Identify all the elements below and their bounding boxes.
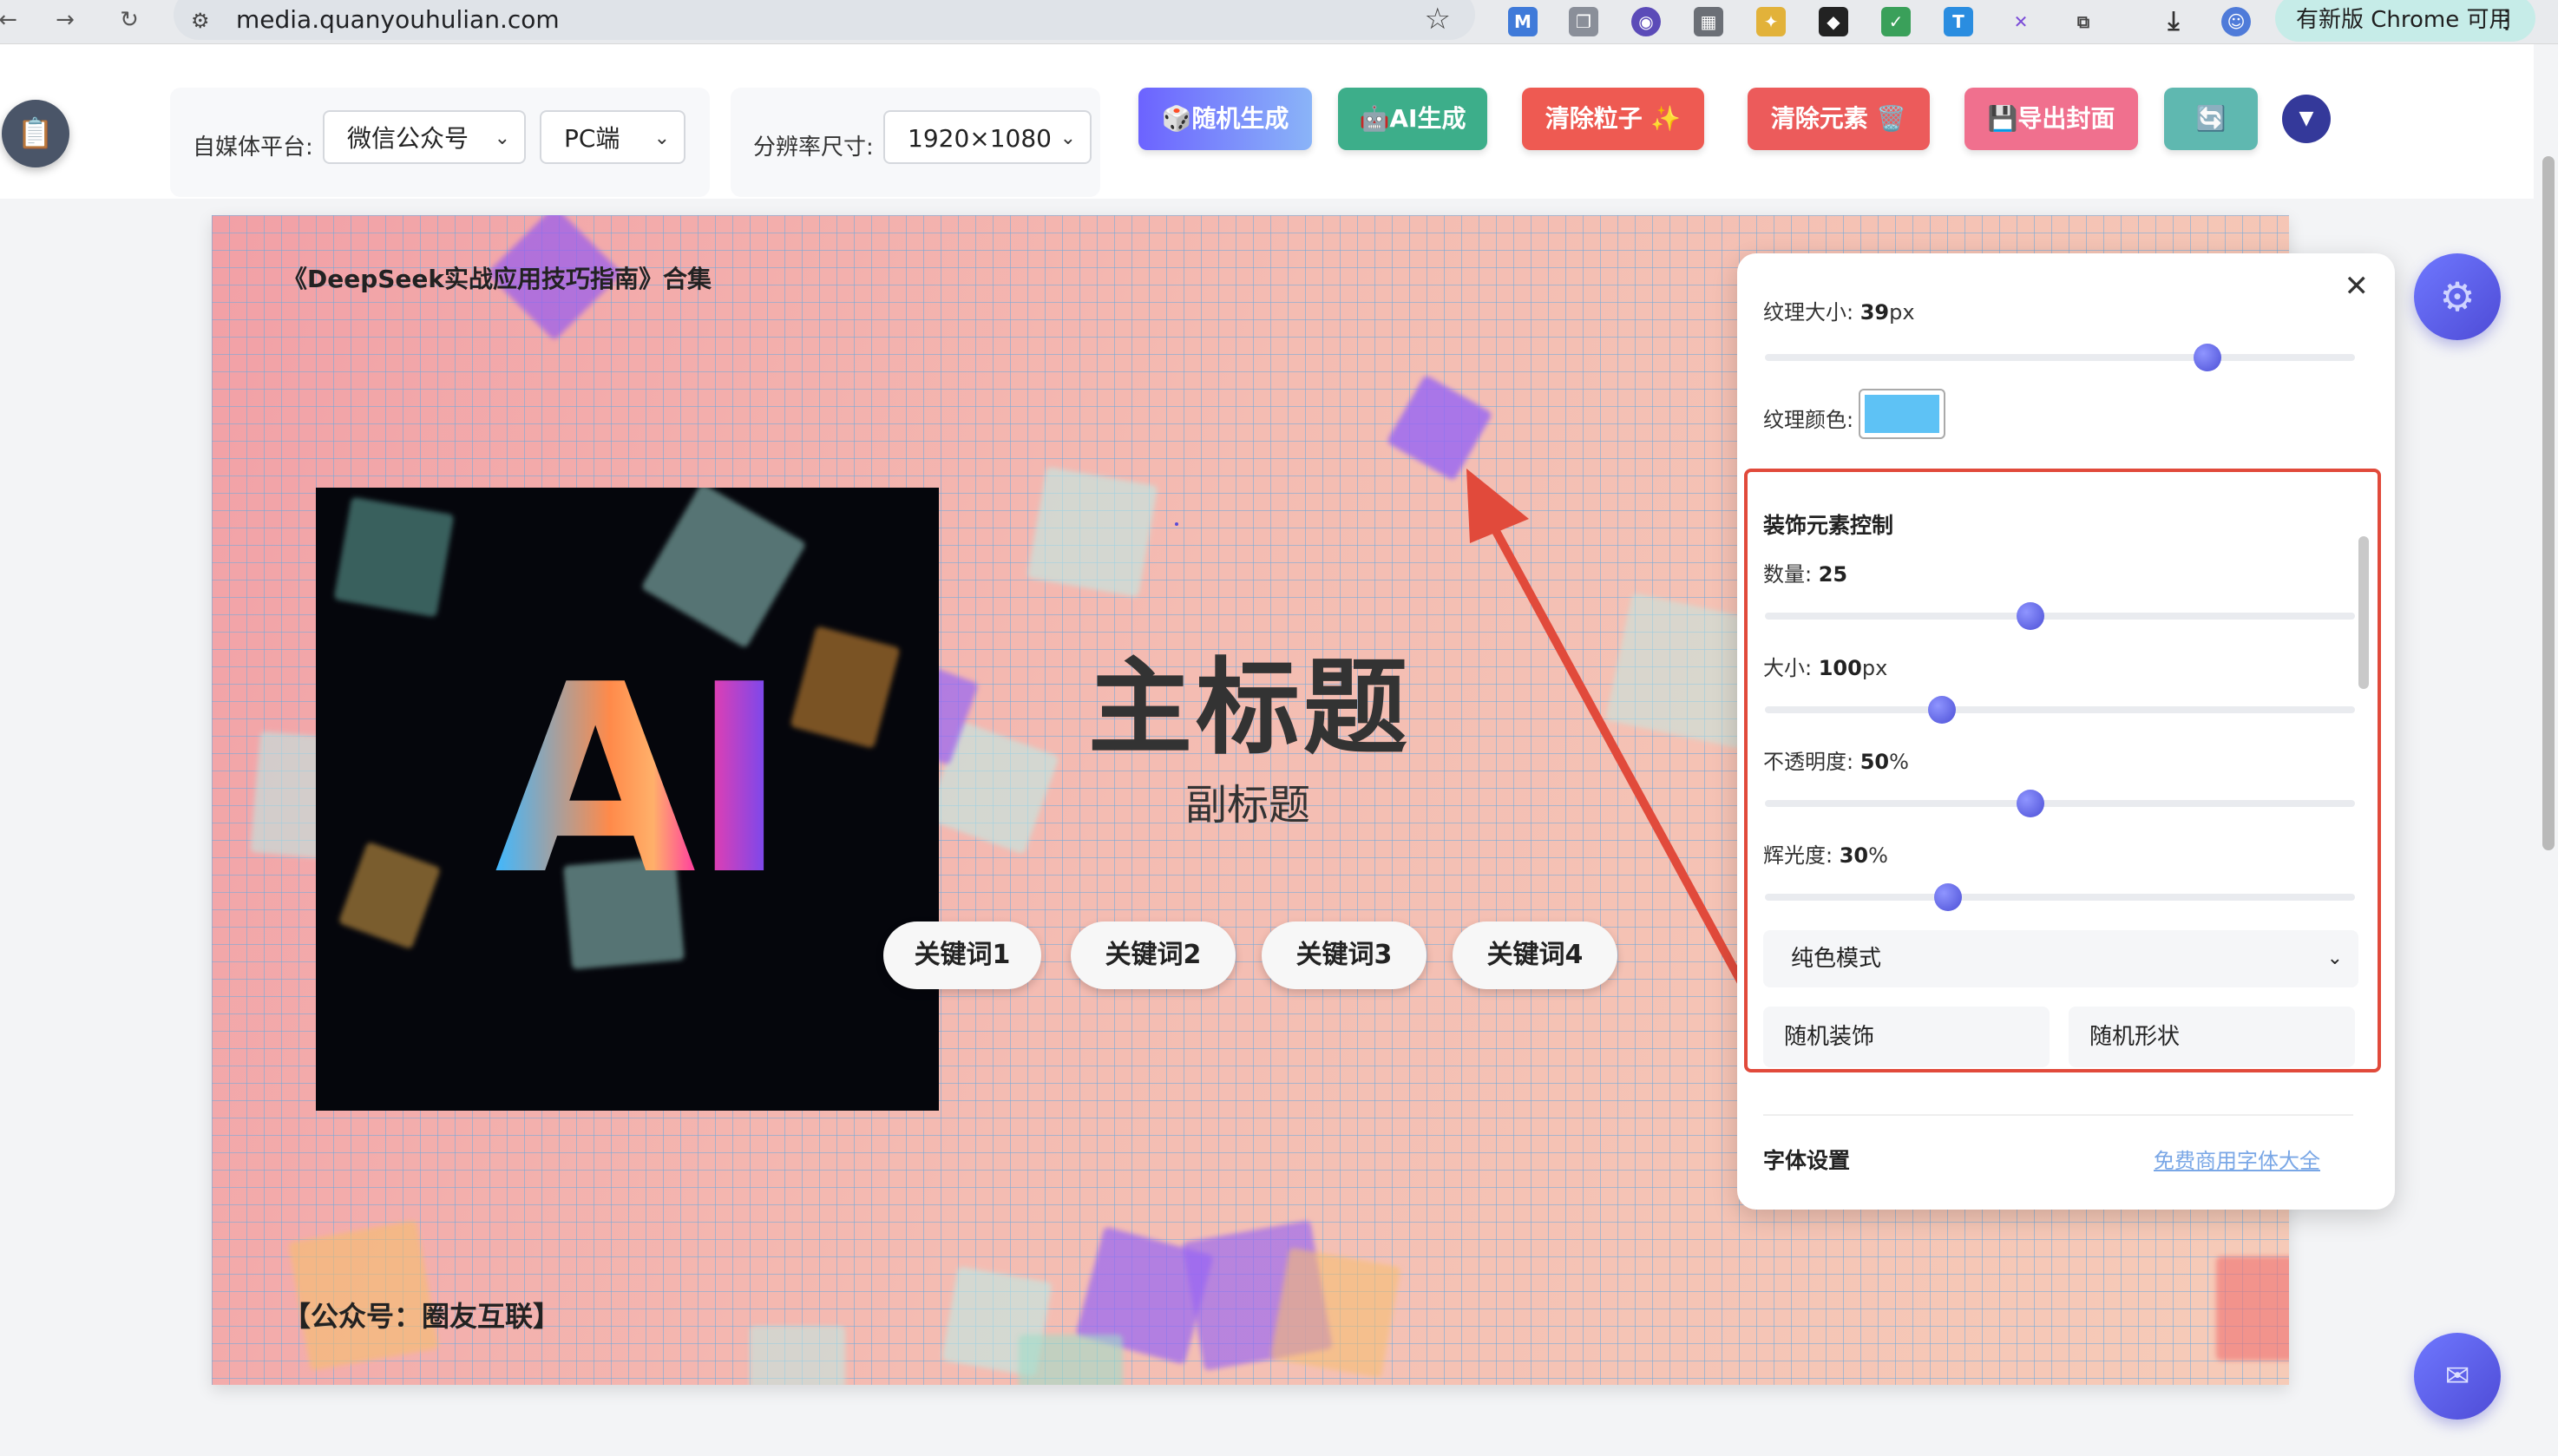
slider-thumb[interactable]: [2017, 790, 2044, 817]
chevron-down-icon: ⌄: [2326, 948, 2343, 969]
opacity-value: 50: [1859, 750, 1890, 774]
divider: [1763, 1114, 2353, 1116]
texture-color-picker[interactable]: [1859, 389, 1945, 439]
slider-thumb[interactable]: [2194, 344, 2221, 371]
slider-thumb[interactable]: [2017, 602, 2044, 630]
glow-label-text: 辉光度:: [1763, 843, 1833, 868]
random-shape-button[interactable]: 随机形状: [2069, 1007, 2355, 1067]
font-settings-title: 字体设置: [1763, 1148, 1851, 1173]
decor-mode-value: 纯色模式: [1791, 946, 1882, 972]
count-label: 数量: 25: [1763, 557, 1847, 587]
texture-color-label: 纹理颜色:: [1763, 408, 1854, 432]
texture-size-value: 39: [1859, 300, 1890, 325]
page-scrollbar[interactable]: [2542, 156, 2555, 850]
free-fonts-link[interactable]: 免费商用字体大全: [2154, 1144, 2320, 1174]
arrow-shaft: [1481, 508, 1759, 1011]
size-label: 大小: 100px: [1763, 651, 1887, 681]
size-value: 100: [1818, 656, 1862, 680]
glow-label: 辉光度: 30%: [1763, 838, 1888, 869]
count-label-text: 数量:: [1763, 562, 1813, 587]
size-unit: px: [1861, 656, 1888, 680]
size-label-text: 大小:: [1763, 656, 1813, 680]
count-slider[interactable]: [1765, 602, 2355, 630]
settings-panel: ✕ 纹理大小: 39px 纹理颜色: 装饰元素控制 数量: 25 大小: 100…: [1737, 253, 2395, 1210]
opacity-label: 不透明度: 50%: [1763, 744, 1909, 775]
texture-size-slider[interactable]: [1765, 344, 2355, 371]
slider-thumb[interactable]: [1928, 696, 1956, 724]
mail-icon[interactable]: ✉: [2414, 1333, 2501, 1420]
opacity-slider[interactable]: [1765, 790, 2355, 817]
decor-section-title: 装饰元素控制: [1763, 513, 1894, 538]
close-icon[interactable]: ✕: [2345, 269, 2370, 304]
gear-icon[interactable]: ⚙: [2414, 253, 2501, 340]
texture-size-label: 纹理大小: 39px: [1763, 295, 1915, 325]
opacity-label-text: 不透明度:: [1763, 750, 1854, 774]
decor-mode-select[interactable]: 纯色模式 ⌄: [1763, 930, 2358, 987]
panel-scrollbar[interactable]: [2358, 536, 2369, 689]
texture-size-label-text: 纹理大小:: [1763, 300, 1854, 325]
texture-color-fill: [1865, 395, 1939, 433]
opacity-unit: %: [1889, 750, 1909, 774]
texture-size-unit: px: [1889, 300, 1915, 325]
glow-unit: %: [1868, 843, 1888, 868]
random-decor-button[interactable]: 随机装饰: [1763, 1007, 2050, 1067]
glow-slider[interactable]: [1765, 883, 2355, 911]
count-value: 25: [1818, 562, 1848, 587]
glow-value: 30: [1839, 843, 1869, 868]
size-slider[interactable]: [1765, 696, 2355, 724]
slider-thumb[interactable]: [1933, 883, 1962, 911]
